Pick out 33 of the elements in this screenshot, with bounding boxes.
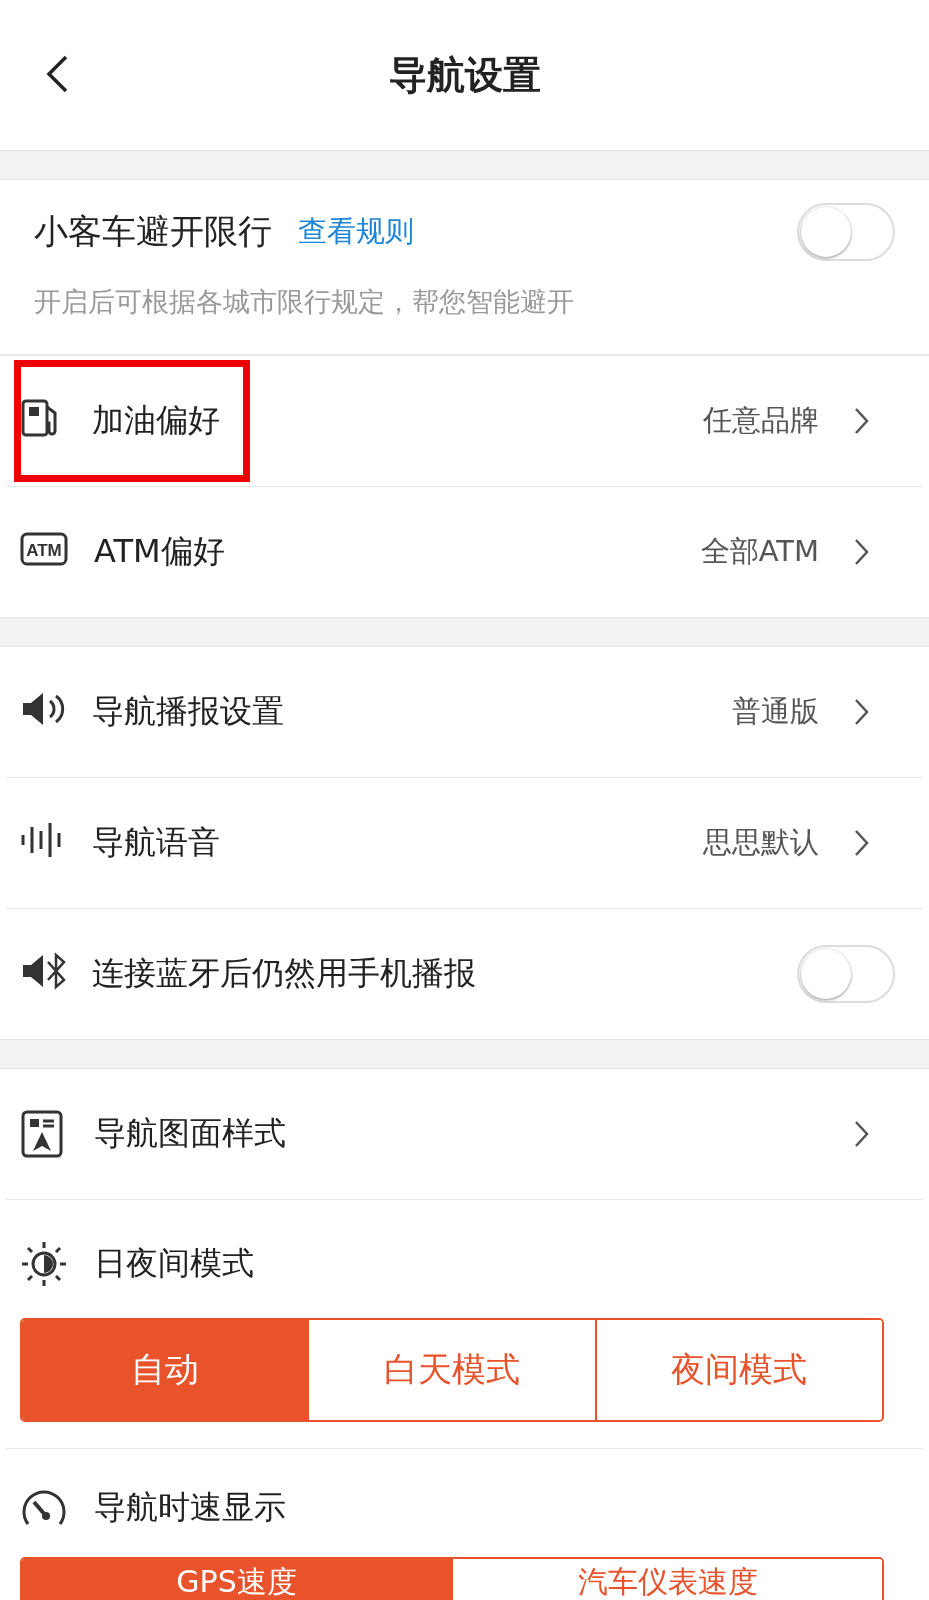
chevron-right-icon bbox=[853, 1120, 869, 1148]
page-title: 导航设置 bbox=[388, 51, 541, 99]
setting-label: 导航播报设置 bbox=[92, 691, 284, 732]
rules-link[interactable]: 查看规则 bbox=[298, 212, 414, 252]
chevron-right-icon bbox=[853, 407, 869, 435]
mode-option[interactable]: 自动 bbox=[22, 1320, 308, 1420]
toggle-switch[interactable] bbox=[797, 945, 895, 1003]
setting-label: 导航语音 bbox=[92, 822, 220, 863]
setting-label: 日夜间模式 bbox=[94, 1243, 254, 1284]
setting-label: 导航时速显示 bbox=[94, 1487, 286, 1528]
setting-label: 加油偏好 bbox=[92, 400, 220, 441]
setting-value: 全部ATM bbox=[700, 533, 819, 570]
settings-item[interactable]: ATM ATM偏好 全部ATM bbox=[0, 487, 929, 617]
toggle-switch[interactable] bbox=[797, 203, 895, 261]
settings-item[interactable]: 导航图面样式 bbox=[0, 1069, 929, 1199]
sun-moon-icon bbox=[20, 1240, 68, 1288]
mode-option[interactable]: GPS速度 bbox=[22, 1559, 451, 1600]
setting-value: 普通版 bbox=[732, 693, 819, 730]
chevron-right-icon bbox=[853, 698, 869, 726]
setting-label: 小客车避开限行 bbox=[34, 210, 272, 253]
setting-description: 开启后可根据各城市限行规定，帮您智能避开 bbox=[34, 285, 575, 319]
setting-label: ATM偏好 bbox=[94, 531, 225, 572]
mode-option[interactable]: 汽车仪表速度 bbox=[451, 1559, 882, 1600]
settings-item[interactable]: 导航播报设置 普通版 bbox=[0, 647, 929, 777]
chevron-right-icon bbox=[853, 538, 869, 566]
setting-value: 思思默认 bbox=[703, 824, 819, 861]
chevron-right-icon bbox=[853, 829, 869, 857]
setting-label: 导航图面样式 bbox=[94, 1113, 286, 1154]
settings-item[interactable]: 导航语音 思思默认 bbox=[0, 778, 929, 908]
settings-item[interactable]: 加油偏好 任意品牌 bbox=[0, 356, 929, 486]
mode-option[interactable]: 夜间模式 bbox=[594, 1320, 882, 1420]
setting-label: 连接蓝牙后仍然用手机播报 bbox=[92, 953, 476, 994]
setting-value: 任意品牌 bbox=[703, 402, 819, 439]
